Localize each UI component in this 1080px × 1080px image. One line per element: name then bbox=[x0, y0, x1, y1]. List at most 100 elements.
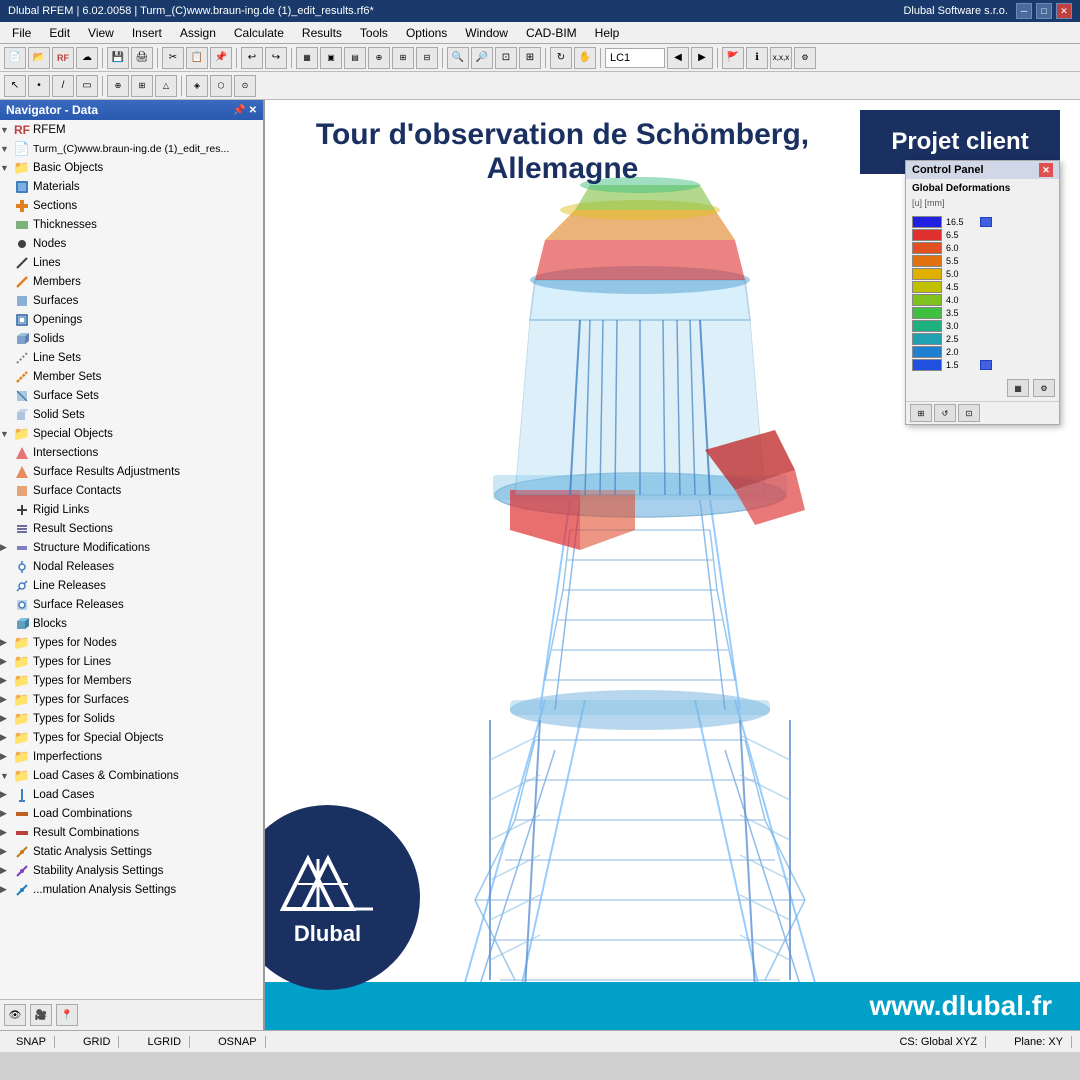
tb2-select[interactable]: ↖ bbox=[4, 75, 26, 97]
nav-item-result-combinations[interactable]: ▶ Result Combinations bbox=[0, 823, 263, 842]
status-osnap[interactable]: OSNAP bbox=[210, 1036, 266, 1048]
cp-toolbar-btn3[interactable]: ⊡ bbox=[958, 404, 980, 422]
tb-btn2[interactable]: ▣ bbox=[320, 47, 342, 69]
tb-extra2[interactable]: ⚙ bbox=[794, 47, 816, 69]
tb-new[interactable]: 📄 bbox=[4, 47, 26, 69]
nav-item-members[interactable]: Members bbox=[0, 272, 263, 291]
tb-undo[interactable]: ↩ bbox=[241, 47, 263, 69]
nav-btn-view[interactable]: 👁 bbox=[4, 1004, 26, 1026]
nav-item-struct-mod[interactable]: ▶ Structure Modifications bbox=[0, 538, 263, 557]
tb-cut[interactable]: ✂ bbox=[162, 47, 184, 69]
tb2-line[interactable]: / bbox=[52, 75, 74, 97]
tb-cloud[interactable]: ☁ bbox=[76, 47, 98, 69]
tb-zoom-out[interactable]: 🔎 bbox=[471, 47, 493, 69]
nav-item-thicknesses[interactable]: Thicknesses bbox=[0, 215, 263, 234]
nav-item-rfem[interactable]: ▼ RF RFEM bbox=[0, 120, 263, 139]
tb-zoom-fit[interactable]: ⊡ bbox=[495, 47, 517, 69]
tb2-wireframe[interactable]: ⬡ bbox=[210, 75, 232, 97]
menu-help[interactable]: Help bbox=[587, 24, 628, 42]
tb-open[interactable]: 📂 bbox=[28, 47, 50, 69]
nav-item-imperfections[interactable]: ▶ 📁 Imperfections bbox=[0, 747, 263, 766]
status-lgrid[interactable]: LGRID bbox=[139, 1036, 190, 1048]
status-snap[interactable]: SNAP bbox=[8, 1036, 55, 1048]
menu-insert[interactable]: Insert bbox=[124, 24, 170, 42]
tb-btn1[interactable]: ▦ bbox=[296, 47, 318, 69]
nav-item-load-combinations[interactable]: ▶ Load Combinations bbox=[0, 804, 263, 823]
tb-btn5[interactable]: ⊞ bbox=[392, 47, 414, 69]
tb-btn6[interactable]: ⊟ bbox=[416, 47, 438, 69]
menu-file[interactable]: File bbox=[4, 24, 39, 42]
tb-copy[interactable]: 📋 bbox=[186, 47, 208, 69]
tb-paste[interactable]: 📌 bbox=[210, 47, 232, 69]
nav-item-lines[interactable]: Lines bbox=[0, 253, 263, 272]
tb-btn4[interactable]: ⊕ bbox=[368, 47, 390, 69]
lc-next[interactable]: ▶ bbox=[691, 47, 713, 69]
menu-assign[interactable]: Assign bbox=[172, 24, 224, 42]
tb2-extra[interactable]: ⊙ bbox=[234, 75, 256, 97]
maximize-button[interactable]: □ bbox=[1036, 3, 1052, 19]
menu-edit[interactable]: Edit bbox=[41, 24, 78, 42]
tb-info[interactable]: ℹ bbox=[746, 47, 768, 69]
nav-item-load-cases-combo[interactable]: ▼ 📁 Load Cases & Combinations bbox=[0, 766, 263, 785]
nav-item-membersets[interactable]: Member Sets bbox=[0, 367, 263, 386]
nav-item-surface-contacts[interactable]: Surface Contacts bbox=[0, 481, 263, 500]
nav-item-materials[interactable]: Materials bbox=[0, 177, 263, 196]
nav-item-surfacesets[interactable]: Surface Sets bbox=[0, 386, 263, 405]
tb-btn3[interactable]: ▤ bbox=[344, 47, 366, 69]
nav-item-result-sections[interactable]: Result Sections bbox=[0, 519, 263, 538]
nav-item-nodal-releases[interactable]: Nodal Releases bbox=[0, 557, 263, 576]
tb2-render[interactable]: ◈ bbox=[186, 75, 208, 97]
nav-item-openings[interactable]: Openings bbox=[0, 310, 263, 329]
nav-item-basic[interactable]: ▼ 📁 Basic Objects bbox=[0, 158, 263, 177]
menu-options[interactable]: Options bbox=[398, 24, 455, 42]
status-grid[interactable]: GRID bbox=[75, 1036, 120, 1048]
nav-item-surface-releases[interactable]: Surface Releases bbox=[0, 595, 263, 614]
nav-btn-camera[interactable]: 🎥 bbox=[30, 1004, 52, 1026]
nav-btn-flag[interactable]: 📍 bbox=[56, 1004, 78, 1026]
tb-extra1[interactable]: x,x,x bbox=[770, 47, 792, 69]
nav-item-sections[interactable]: Sections bbox=[0, 196, 263, 215]
tb-zoom-in[interactable]: 🔍 bbox=[447, 47, 469, 69]
nav-item-types-lines[interactable]: ▶ 📁 Types for Lines bbox=[0, 652, 263, 671]
nav-item-types-members[interactable]: ▶ 📁 Types for Members bbox=[0, 671, 263, 690]
menu-cad-bim[interactable]: CAD-BIM bbox=[518, 24, 585, 42]
nav-item-file[interactable]: ▼ 📄 Turm_(C)www.braun-ing.de (1)_edit_re… bbox=[0, 139, 263, 158]
nav-item-nodes[interactable]: Nodes bbox=[0, 234, 263, 253]
cp-close-button[interactable]: ✕ bbox=[1039, 163, 1053, 177]
tb-rfem[interactable]: RF bbox=[52, 47, 74, 69]
cp-btn-table[interactable]: ▦ bbox=[1007, 379, 1029, 397]
close-button[interactable]: ✕ bbox=[1056, 3, 1072, 19]
tb2-snap2[interactable]: ⊞ bbox=[131, 75, 153, 97]
tb2-snap3[interactable]: △ bbox=[155, 75, 177, 97]
nav-item-types-special[interactable]: ▶ 📁 Types for Special Objects bbox=[0, 728, 263, 747]
nav-item-simulation-settings[interactable]: ▶ ...mulation Analysis Settings bbox=[0, 880, 263, 899]
titlebar-controls[interactable]: ─ □ ✕ bbox=[1016, 3, 1072, 19]
nav-pin[interactable]: 📌 bbox=[233, 105, 245, 116]
nav-item-blocks[interactable]: Blocks bbox=[0, 614, 263, 633]
nav-item-solids[interactable]: Solids bbox=[0, 329, 263, 348]
nav-item-solidsets[interactable]: Solid Sets bbox=[0, 405, 263, 424]
tb2-node[interactable]: • bbox=[28, 75, 50, 97]
nav-item-types-solids[interactable]: ▶ 📁 Types for Solids bbox=[0, 709, 263, 728]
nav-item-rigid[interactable]: Rigid Links bbox=[0, 500, 263, 519]
nav-close[interactable]: ✕ bbox=[249, 105, 257, 116]
tb-zoom-ext[interactable]: ⊞ bbox=[519, 47, 541, 69]
tb-redo[interactable]: ↪ bbox=[265, 47, 287, 69]
tb2-surface[interactable]: ▭ bbox=[76, 75, 98, 97]
tb-save[interactable]: 💾 bbox=[107, 47, 129, 69]
nav-item-intersections[interactable]: Intersections bbox=[0, 443, 263, 462]
cp-toolbar-btn1[interactable]: ⊞ bbox=[910, 404, 932, 422]
nav-item-special[interactable]: ▼ 📁 Special Objects bbox=[0, 424, 263, 443]
nav-item-types-surfaces[interactable]: ▶ 📁 Types for Surfaces bbox=[0, 690, 263, 709]
minimize-button[interactable]: ─ bbox=[1016, 3, 1032, 19]
menu-tools[interactable]: Tools bbox=[352, 24, 396, 42]
nav-item-surfaces[interactable]: Surfaces bbox=[0, 291, 263, 310]
tb-flag[interactable]: 🚩 bbox=[722, 47, 744, 69]
nav-item-linesets[interactable]: Line Sets bbox=[0, 348, 263, 367]
menu-calculate[interactable]: Calculate bbox=[226, 24, 292, 42]
nav-item-surface-results[interactable]: Surface Results Adjustments bbox=[0, 462, 263, 481]
cp-toolbar-btn2[interactable]: ↺ bbox=[934, 404, 956, 422]
menu-window[interactable]: Window bbox=[457, 24, 516, 42]
nav-item-static-settings[interactable]: ▶ Static Analysis Settings bbox=[0, 842, 263, 861]
tb-rotate[interactable]: ↻ bbox=[550, 47, 572, 69]
